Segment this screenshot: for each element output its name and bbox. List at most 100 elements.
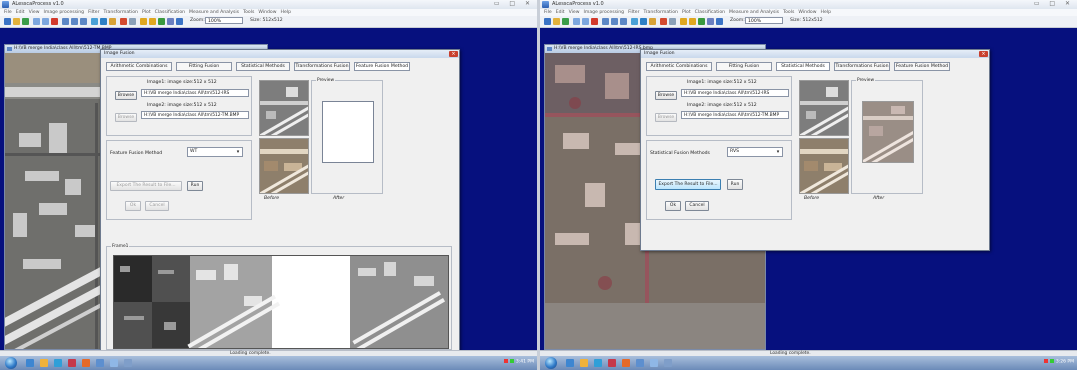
media-icon[interactable] (608, 359, 616, 367)
menu-filter[interactable]: Filter (88, 9, 99, 16)
tag-icon[interactable] (158, 18, 165, 25)
ellipse-icon[interactable] (680, 18, 687, 25)
image1-path-input[interactable]: H:\VB merge India\class All\tm\512-IRS (141, 89, 249, 97)
circle-icon[interactable] (689, 18, 696, 25)
menu-filter[interactable]: Filter (628, 9, 639, 16)
tab-arithmetic-combinations[interactable]: Arithmetic Combinations (646, 62, 712, 71)
menu-view[interactable]: View (569, 9, 580, 16)
menu-file[interactable]: File (4, 9, 12, 16)
clock[interactable]: 3:41 PM (516, 360, 534, 365)
new-icon[interactable] (544, 18, 551, 25)
profile-icon[interactable] (120, 18, 127, 25)
menu-transformation[interactable]: Transformation (644, 9, 678, 16)
cancel-button[interactable]: Cancel (685, 201, 709, 211)
clock[interactable]: 3:26 PM (1056, 360, 1074, 365)
save-icon[interactable] (22, 18, 29, 25)
menu-view[interactable]: View (29, 9, 40, 16)
rotate-icon[interactable] (91, 18, 98, 25)
tab-statistical-methods[interactable]: Statistical Methods (776, 62, 830, 71)
export-result-button[interactable]: Export The Result to File... (655, 179, 721, 190)
window-icon[interactable] (636, 359, 644, 367)
document-icon[interactable] (650, 359, 658, 367)
ok-button[interactable]: Ok (125, 201, 141, 211)
tab-feature-fusion-method[interactable]: Feature Fusion Method (354, 62, 410, 71)
menu-file[interactable]: File (544, 9, 552, 16)
close-icon[interactable]: × (979, 51, 988, 57)
redo-icon[interactable] (42, 18, 49, 25)
menu-classification[interactable]: Classification (695, 9, 725, 16)
window-controls[interactable]: ▭ □ ✕ (494, 0, 534, 7)
menu-window[interactable]: Window (798, 9, 816, 16)
chart-icon[interactable] (176, 18, 183, 25)
grid-icon[interactable] (129, 18, 136, 25)
zoom-select[interactable]: 100% (205, 17, 243, 24)
tab-statistical-methods[interactable]: Statistical Methods (236, 62, 290, 71)
document-icon[interactable] (110, 359, 118, 367)
chart-icon[interactable] (716, 18, 723, 25)
method-select[interactable]: RVS ▾ (727, 147, 783, 157)
menu-window[interactable]: Window (258, 9, 276, 16)
browse-image1-button[interactable]: Browse (115, 91, 137, 100)
profile-icon[interactable] (660, 18, 667, 25)
tab-arithmetic-combinations[interactable]: Arithmetic Combinations (106, 62, 172, 71)
menu-image-processing[interactable]: Image processing (584, 9, 625, 16)
browse-image2-button[interactable]: Browse (115, 113, 137, 122)
delete-icon[interactable] (591, 18, 598, 25)
image1-path-input[interactable]: H:\VB merge India\class All\tm\512-IRS (681, 89, 789, 97)
tab-fitting-fusion[interactable]: Fitting Fusion (176, 62, 232, 71)
menu-tools[interactable]: Tools (783, 9, 794, 16)
window-controls[interactable]: ▭ □ ✕ (1034, 0, 1074, 7)
tab-fitting-fusion[interactable]: Fitting Fusion (716, 62, 772, 71)
menu-edit[interactable]: Edit (556, 9, 565, 16)
network-icon[interactable] (664, 359, 672, 367)
delete-icon[interactable] (51, 18, 58, 25)
menu-image-processing[interactable]: Image processing (44, 9, 85, 16)
save-icon[interactable] (562, 18, 569, 25)
menu-measure[interactable]: Measure and Analysis (189, 9, 239, 16)
window-icon[interactable] (96, 359, 104, 367)
tray-network-icon[interactable] (509, 359, 514, 363)
histogram-icon[interactable] (109, 18, 116, 25)
export-result-button[interactable]: Export The Result to File... (110, 181, 182, 191)
menu-tools[interactable]: Tools (243, 9, 254, 16)
menu-classification[interactable]: Classification (155, 9, 185, 16)
checklist-icon[interactable] (707, 18, 714, 25)
explorer-icon[interactable] (566, 359, 574, 367)
browse-image1-button[interactable]: Browse (655, 91, 677, 100)
tray-network-icon[interactable] (1049, 359, 1054, 363)
menu-help[interactable]: Help (281, 9, 291, 16)
open-icon[interactable] (13, 18, 20, 25)
browser-icon[interactable] (54, 359, 62, 367)
method-select[interactable]: WT ▾ (187, 147, 243, 157)
app-taskbar-icon[interactable] (82, 359, 90, 367)
start-button-icon[interactable] (5, 357, 17, 369)
browse-image2-button[interactable]: Browse (655, 113, 677, 122)
cancel-button[interactable]: Cancel (145, 201, 169, 211)
run-button[interactable]: Run (187, 181, 203, 191)
zoom-select[interactable]: 100% (745, 17, 783, 24)
undo-icon[interactable] (573, 18, 580, 25)
circle-icon[interactable] (149, 18, 156, 25)
menu-edit[interactable]: Edit (16, 9, 25, 16)
folder-icon[interactable] (40, 359, 48, 367)
app-taskbar-icon[interactable] (622, 359, 630, 367)
checklist-icon[interactable] (167, 18, 174, 25)
image2-path-input[interactable]: H:\VB merge India\class All\tm\512-TM.BM… (141, 111, 249, 119)
flip-icon[interactable] (640, 18, 647, 25)
menu-measure[interactable]: Measure and Analysis (729, 9, 779, 16)
ok-button[interactable]: Ok (665, 201, 681, 211)
flip-icon[interactable] (100, 18, 107, 25)
chevron-down-icon[interactable]: ▾ (775, 149, 781, 155)
menu-plot[interactable]: Plot (682, 9, 691, 16)
folder-icon[interactable] (580, 359, 588, 367)
tray-alert-icon[interactable] (1043, 359, 1048, 363)
explorer-icon[interactable] (26, 359, 34, 367)
tab-feature-fusion-method[interactable]: Feature Fusion Method (894, 62, 950, 71)
zoom-out-icon[interactable] (611, 18, 618, 25)
redo-icon[interactable] (582, 18, 589, 25)
browser-icon[interactable] (594, 359, 602, 367)
tag-icon[interactable] (698, 18, 705, 25)
network-icon[interactable] (124, 359, 132, 367)
zoom-in-icon[interactable] (602, 18, 609, 25)
zoom-in-icon[interactable] (62, 18, 69, 25)
